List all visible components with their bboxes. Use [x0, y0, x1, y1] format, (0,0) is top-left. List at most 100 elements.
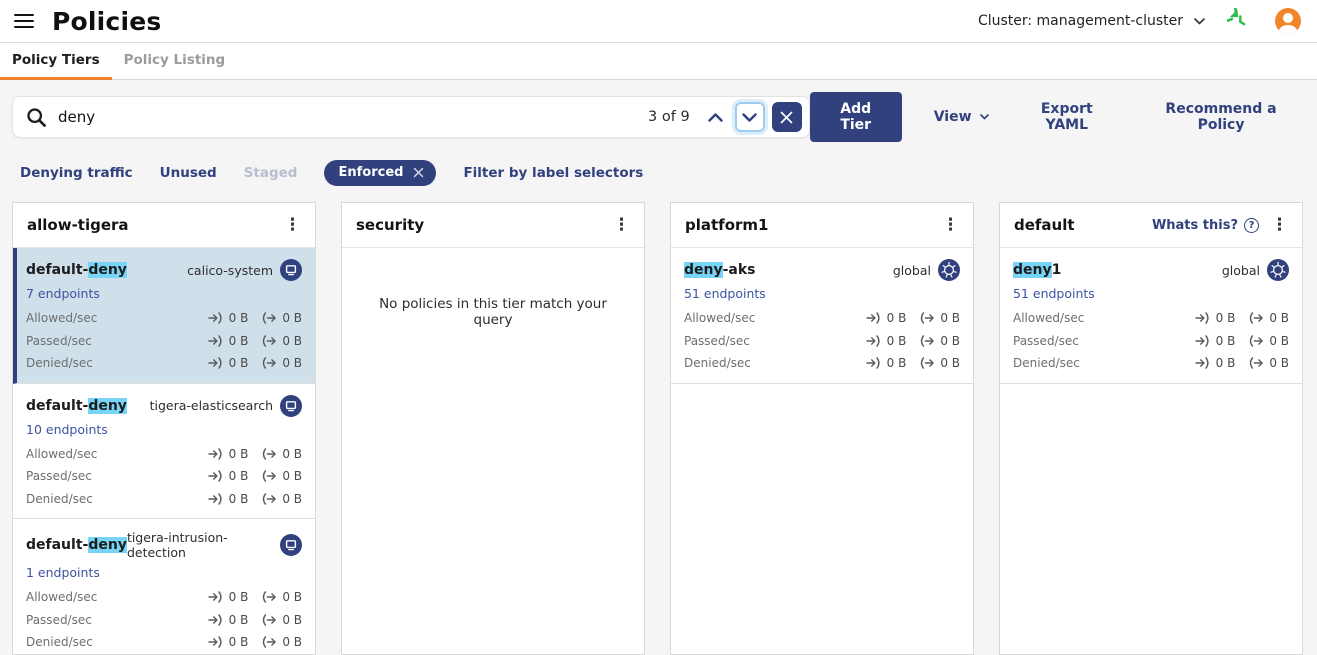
empty-tier-message: No policies in this tier match your quer… [342, 248, 644, 328]
stat-outbound: 0 B [261, 590, 302, 604]
policy-name: deny1 [1013, 262, 1061, 278]
stat-out-value: 0 B [282, 590, 302, 604]
tab-policy-listing[interactable]: Policy Listing [112, 43, 238, 80]
endpoints-link[interactable]: 51 endpoints [684, 286, 766, 301]
stat-values: 0 B 0 B [208, 356, 302, 370]
endpoints-link[interactable]: 51 endpoints [1013, 286, 1095, 301]
kebab-menu-icon[interactable]: ⋮ [609, 217, 634, 234]
stat-in-value: 0 B [229, 356, 249, 370]
arrow-out-of-bracket-icon [919, 357, 935, 369]
search-next-match-button[interactable] [735, 102, 765, 132]
stat-label: Allowed/sec [26, 447, 97, 461]
stat-label: Passed/sec [26, 469, 92, 483]
stat-outbound: 0 B [919, 334, 960, 348]
cluster-selector[interactable]: Cluster: management-cluster [978, 13, 1205, 29]
stat-label: Allowed/sec [1013, 311, 1084, 325]
kebab-menu-icon[interactable]: ⋮ [280, 217, 305, 234]
stat-inbound: 0 B [866, 334, 907, 348]
kubernetes-global-icon [938, 259, 960, 281]
endpoints-link[interactable]: 1 endpoints [26, 565, 100, 580]
search-clear-button[interactable] [772, 102, 802, 132]
history-restore-icon[interactable] [1227, 8, 1253, 34]
cluster-selector-label: Cluster: management-cluster [978, 13, 1183, 29]
stat-out-value: 0 B [282, 635, 302, 649]
stat-outbound: 0 B [261, 356, 302, 370]
arrow-out-of-bracket-icon [261, 636, 277, 648]
stat-outbound: 0 B [919, 356, 960, 370]
stat-row-passed-sec: Passed/sec 0 B0 B [26, 609, 302, 632]
arrow-into-bracket-icon [1195, 335, 1211, 347]
stat-values: 0 B0 B [208, 613, 302, 627]
question-circle-icon: ? [1244, 218, 1259, 233]
chevron-down-icon [980, 114, 989, 120]
recommend-policy-button[interactable]: Recommend a Policy [1145, 101, 1297, 133]
stat-row-passed-sec: Passed/sec0 B0 B [1013, 330, 1289, 353]
arrow-out-of-bracket-icon [1248, 335, 1264, 347]
arrow-out-of-bracket-icon [261, 448, 277, 460]
stat-label: Allowed/sec [684, 311, 755, 325]
arrow-out-of-bracket-icon [1248, 312, 1264, 324]
filter-bar: Denying traffic Unused Staged Enforced Filte… [20, 159, 1305, 186]
export-yaml-button[interactable]: Export YAML [1021, 101, 1114, 133]
arrow-into-bracket-icon [866, 357, 882, 369]
namespace-icon [280, 259, 302, 281]
endpoints-link[interactable]: 7 endpoints [26, 286, 100, 301]
close-icon[interactable] [413, 167, 424, 178]
tab-policy-tiers[interactable]: Policy Tiers [0, 43, 112, 80]
filter-chip-filter-by-label-selectors[interactable]: Filter by label selectors [463, 165, 643, 181]
tier-body: No policies in this tier match your quer… [342, 248, 644, 654]
stat-outbound: 0 B [261, 635, 302, 649]
search-prev-match-button[interactable] [701, 102, 731, 132]
chevron-down-icon [1194, 18, 1205, 25]
policy-name: default-deny [26, 262, 127, 278]
filter-chip-unused[interactable]: Unused [160, 165, 217, 181]
arrow-out-of-bracket-icon [261, 614, 277, 626]
policy-card[interactable]: default-denytigera-elasticsearch10 endpo… [13, 384, 315, 520]
filter-chip-enforced[interactable]: Enforced [324, 160, 436, 186]
arrow-into-bracket-icon [1195, 312, 1211, 324]
filter-chip-staged: Staged [244, 165, 298, 181]
policy-card-top: deny-aksglobal [684, 259, 960, 281]
policy-card[interactable]: deny-aksglobal 51 endpoints Allowed/sec 0 B… [671, 248, 973, 384]
tier-help-link[interactable]: Whats this?? [1152, 218, 1259, 233]
stat-in-value: 0 B [887, 356, 907, 370]
stat-out-value: 0 B [1269, 334, 1289, 348]
stat-in-value: 0 B [229, 311, 249, 325]
stat-row-denied-sec: Denied/sec0 B0 B [26, 631, 302, 654]
policy-name-text: -aks [723, 262, 756, 278]
stat-row-passed-sec: Passed/sec0 B0 B [26, 330, 302, 353]
stat-outbound: 0 B [261, 613, 302, 627]
hamburger-menu-icon[interactable] [14, 10, 34, 31]
search-match-counter: 3 of 9 [648, 109, 690, 125]
view-dropdown[interactable]: View [934, 109, 989, 125]
arrow-into-bracket-icon [208, 448, 224, 460]
tier-name: platform1 [685, 216, 768, 234]
stat-row-allowed-sec: Allowed/sec0 B0 B [26, 586, 302, 609]
policy-name-text: 1 [1052, 262, 1062, 278]
endpoints-link[interactable]: 10 endpoints [26, 422, 108, 437]
kebab-menu-icon[interactable]: ⋮ [938, 217, 963, 234]
stat-inbound: 0 B [208, 635, 249, 649]
policy-card[interactable]: default-denytigera-intrusion-detection1 … [13, 519, 315, 654]
stat-label: Passed/sec [26, 613, 92, 627]
tier-column-platform1: platform1 ⋮ deny-aksglobal 51 endpoints Allo… [670, 202, 974, 655]
search-input[interactable] [56, 107, 640, 127]
stat-values: 0 B0 B [208, 590, 302, 604]
app-header: Policies Cluster: management-cluster [0, 0, 1317, 42]
user-avatar-icon[interactable] [1275, 8, 1301, 34]
stat-out-value: 0 B [1269, 311, 1289, 325]
filter-chip-denying-traffic[interactable]: Denying traffic [20, 165, 133, 181]
tier-body: default-deny calico-system 7 endpoints Allo… [13, 248, 315, 654]
chevron-down-icon [742, 113, 757, 122]
policy-scope-label: calico-system [187, 263, 273, 278]
policy-card[interactable]: default-denycalico-system7 endpointsAllo… [13, 248, 315, 384]
add-tier-button[interactable]: Add Tier [810, 92, 902, 142]
toolbar: 3 of 9 Add Tier [12, 92, 1305, 142]
tier-header: platform1 ⋮ [671, 203, 973, 248]
stat-outbound: 0 B [261, 334, 302, 348]
policy-card[interactable]: deny1global51 endpointsAllowed/sec0 B0 B… [1000, 248, 1302, 384]
kebab-menu-icon[interactable]: ⋮ [1267, 217, 1292, 234]
close-icon [780, 111, 793, 124]
stat-inbound: 0 B [208, 492, 249, 506]
stat-outbound: 0 B [1248, 356, 1289, 370]
